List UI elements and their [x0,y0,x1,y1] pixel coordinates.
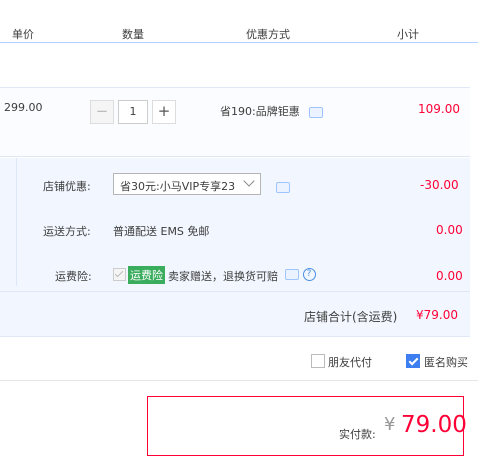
chat-icon[interactable] [276,181,290,193]
col-quantity: 数量 [122,28,144,41]
insurance-tag: 运费险 [128,266,165,284]
promotion-text: 省190:品牌钜惠 [220,105,300,118]
shipping-method: 普通配送 EMS 免邮 [113,225,210,238]
unit-price: 299.00 [4,101,43,114]
insurance-help[interactable]: ? [285,267,316,281]
payment-amount: 79.00 [401,412,467,438]
col-subtotal: 小计 [397,28,419,41]
anonymous-label[interactable]: 匿名购买 [424,354,468,370]
currency-symbol: ¥ [384,414,396,435]
insurance-label: 运费险: [55,270,92,283]
item-subtotal: 109.00 [418,102,460,116]
payment-label: 实付款: [339,428,376,441]
friend-pay-label[interactable]: 朋友代付 [328,354,372,370]
insurance-checkbox [113,268,126,281]
coupon-label: 店铺优惠: [43,180,91,193]
coupon-select[interactable]: 省30元:小马VIP专享23 [113,173,261,195]
col-promotion: 优惠方式 [246,28,290,41]
divider [16,158,17,286]
shop-total-label: 店铺合计(含运费) [304,310,398,324]
shipping-label: 运送方式: [43,225,91,238]
cart-item-row [0,87,470,157]
increase-quantity-button[interactable]: + [152,100,176,124]
divider [0,380,478,381]
divider [0,291,470,292]
quantity-input[interactable]: 1 [118,100,148,124]
friend-pay-checkbox[interactable] [311,354,325,368]
quantity-stepper[interactable]: − 1 + [90,100,176,124]
insurance-amount: 0.00 [436,269,463,283]
column-header: 单价 数量 优惠方式 小计 [0,0,478,43]
item-promotion: 省190:品牌钜惠 [220,103,324,119]
anonymous-checkbox[interactable] [406,354,420,368]
insurance-description: 卖家赠送，退换货可赔 [168,270,278,283]
chat-icon[interactable] [285,268,299,280]
col-unit-price: 单价 [12,28,34,41]
help-icon[interactable]: ? [302,267,316,281]
shop-total-value: ¥79.00 [416,308,458,322]
coupon-amount: -30.00 [420,178,459,192]
decrease-quantity-button[interactable]: − [90,100,114,124]
payment-summary-box: 实付款: ¥ 79.00 [147,396,467,456]
chat-icon[interactable] [309,106,324,118]
chevron-down-icon [243,175,255,187]
coupon-selected-value: 省30元:小马VIP专享23 [120,180,236,193]
shipping-amount: 0.00 [436,223,463,237]
